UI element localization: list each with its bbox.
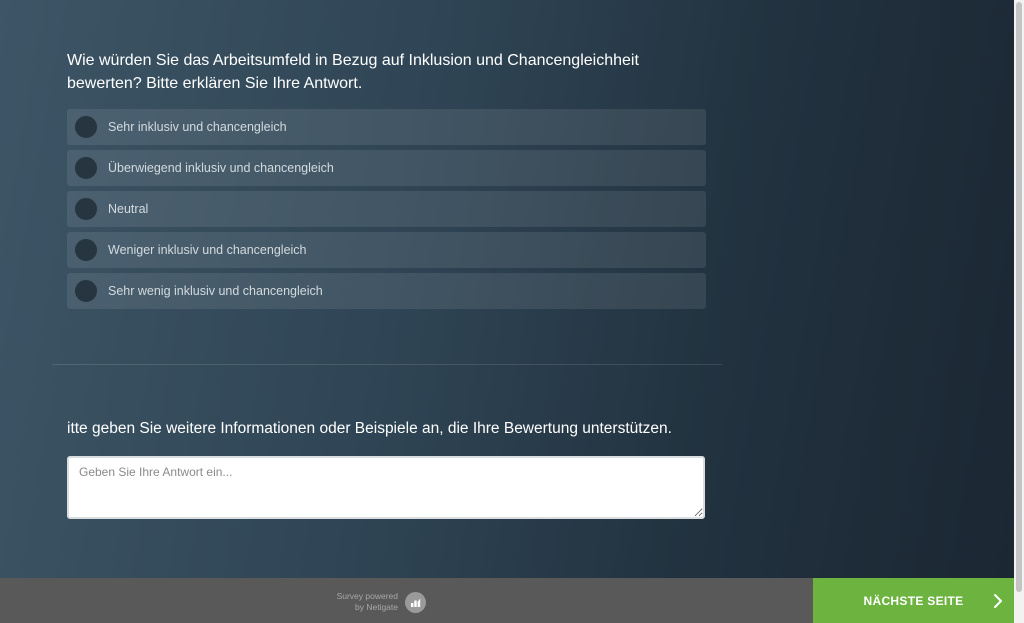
option-label: Sehr inklusiv und chancengleich: [108, 120, 287, 134]
radio-button[interactable]: [74, 279, 98, 303]
netigate-logo-icon[interactable]: [405, 592, 426, 613]
next-page-button[interactable]: NÄCHSTE SEITE: [813, 578, 1014, 623]
option-sehr-wenig-inklusiv[interactable]: Sehr wenig inklusiv und chancengleich: [67, 273, 706, 309]
option-weniger-inklusiv[interactable]: Weniger inklusiv und chancengleich: [67, 232, 706, 268]
section-divider: [52, 364, 722, 365]
option-label: Weniger inklusiv und chancengleich: [108, 243, 307, 257]
powered-line-2: by Netigate: [355, 602, 398, 612]
answer-textarea[interactable]: [67, 456, 705, 519]
answer-options: Sehr inklusiv und chancengleich Überwieg…: [67, 109, 706, 314]
radio-button[interactable]: [74, 197, 98, 221]
powered-by-text: Survey powered by Netigate: [312, 591, 398, 613]
question-title: Wie würden Sie das Arbeitsumfeld in Bezu…: [67, 52, 639, 92]
chevron-right-icon: [994, 594, 1002, 608]
footer-bar: Survey powered by Netigate NÄCHSTE SEITE: [0, 578, 1014, 623]
option-label: Überwiegend inklusiv und chancengleich: [108, 161, 334, 175]
radio-button[interactable]: [74, 238, 98, 262]
option-label: Neutral: [108, 202, 149, 216]
radio-button[interactable]: [74, 156, 98, 180]
scrollbar-thumb[interactable]: [1016, 2, 1022, 592]
option-sehr-inklusiv[interactable]: Sehr inklusiv und chancengleich: [67, 109, 706, 145]
powered-line-1: Survey powered: [336, 591, 398, 601]
next-page-label: NÄCHSTE SEITE: [863, 594, 964, 608]
option-neutral[interactable]: Neutral: [67, 191, 706, 227]
survey-page: Wie würden Sie das Arbeitsumfeld in Bezu…: [0, 0, 1014, 578]
option-label: Sehr wenig inklusiv und chancengleich: [108, 284, 323, 298]
question2-title: itte geben Sie weitere Informationen ode…: [67, 420, 672, 437]
option-ueberwiegend-inklusiv[interactable]: Überwiegend inklusiv und chancengleich: [67, 150, 706, 186]
radio-button[interactable]: [74, 115, 98, 139]
